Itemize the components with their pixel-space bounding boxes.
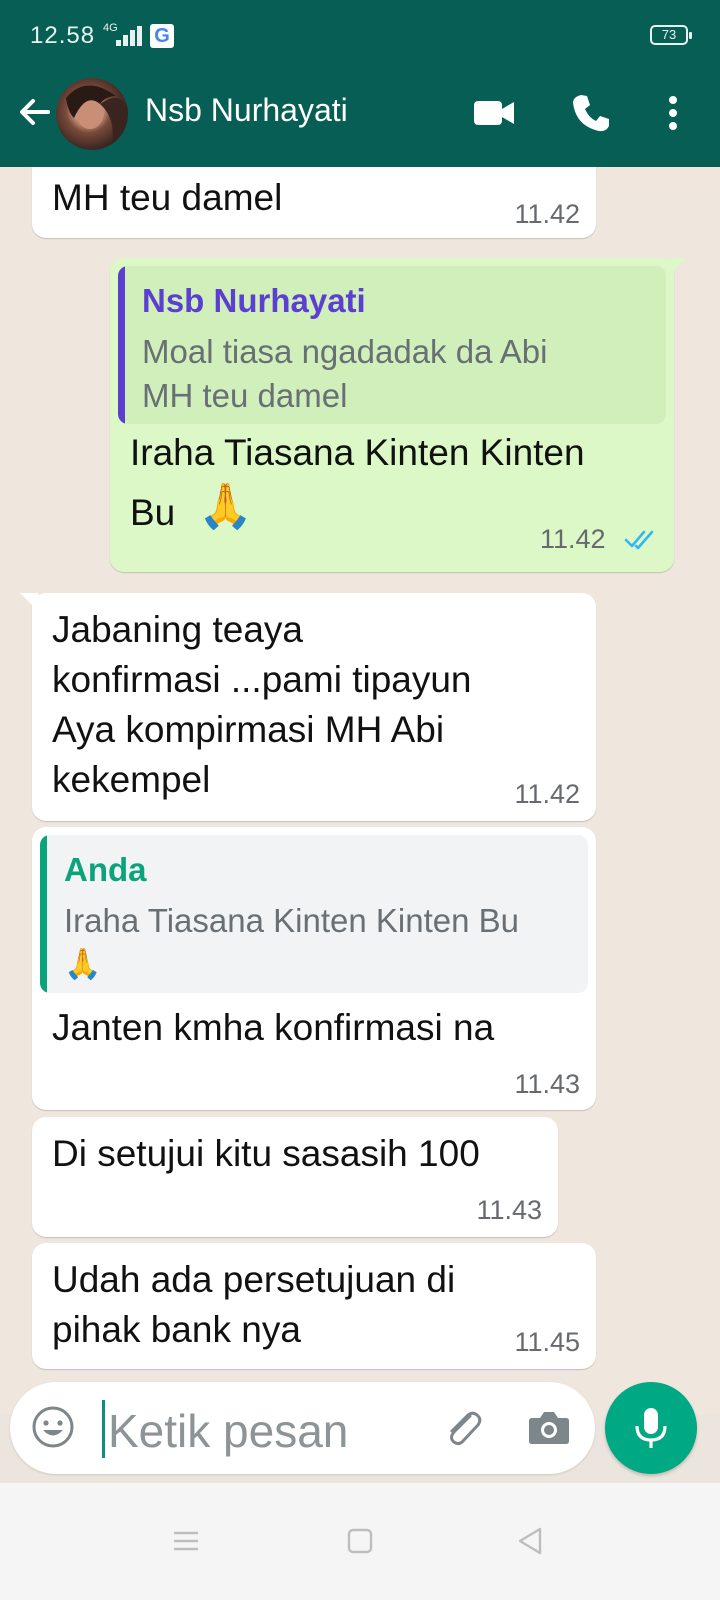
quoted-message[interactable]: Nsb Nurhayati Moal tiasa ngadadak da Abi… bbox=[118, 266, 666, 424]
double-check-icon bbox=[624, 530, 654, 550]
message-incoming[interactable]: MH teu damel 11.42 bbox=[32, 167, 596, 238]
message-text: MH teu damel bbox=[52, 177, 283, 218]
camera-icon[interactable] bbox=[526, 1404, 572, 1450]
message-text: Janten kmha konfirmasi na bbox=[52, 1007, 495, 1048]
message-text-line2: Bu bbox=[130, 492, 176, 533]
message-text-line4: kekempel bbox=[52, 759, 211, 800]
more-vert-icon[interactable] bbox=[650, 90, 696, 136]
mic-button[interactable] bbox=[605, 1382, 697, 1474]
praying-hands-emoji: 🙏 bbox=[64, 948, 102, 981]
battery-indicator: 73 bbox=[650, 25, 692, 45]
message-time: 11.45 bbox=[514, 1327, 580, 1357]
message-outgoing[interactable]: Nsb Nurhayati Moal tiasa ngadadak da Abi… bbox=[110, 258, 686, 572]
quote-author: Anda bbox=[64, 851, 147, 888]
nav-back-icon[interactable] bbox=[510, 1521, 550, 1561]
quoted-message[interactable]: Anda Iraha Tiasana Kinten Kinten Bu 🙏 bbox=[40, 835, 588, 993]
chat-header: Nsb Nurhayati bbox=[0, 72, 720, 167]
emoji-icon[interactable] bbox=[30, 1404, 76, 1450]
contact-name[interactable]: Nsb Nurhayati bbox=[145, 92, 348, 129]
message-time: 11.42 bbox=[514, 199, 580, 229]
contact-avatar[interactable] bbox=[56, 78, 128, 150]
mic-icon bbox=[635, 1408, 667, 1448]
signal-icon bbox=[116, 26, 144, 46]
quote-text-line1: Iraha Tiasana Kinten Kinten Bu bbox=[64, 902, 519, 939]
nav-home-icon[interactable] bbox=[340, 1521, 380, 1561]
app-bar: 12.58 4G G 73 Nsb Nurhayati bbox=[0, 0, 720, 167]
status-bar: 12.58 4G G 73 bbox=[0, 0, 720, 72]
message-incoming[interactable]: Udah ada persetujuan di pihak bank nya 1… bbox=[32, 1243, 596, 1369]
message-incoming[interactable]: Anda Iraha Tiasana Kinten Kinten Bu 🙏 Ja… bbox=[32, 827, 596, 1110]
message-text-line1: Jabaning teaya bbox=[52, 609, 303, 650]
message-composer[interactable]: Ketik pesan bbox=[10, 1382, 595, 1474]
chat-area[interactable]: MH teu damel 11.42 Nsb Nurhayati Moal ti… bbox=[0, 167, 720, 1415]
message-incoming[interactable]: Di setujui kitu sasasih 100 11.43 bbox=[32, 1117, 558, 1237]
quote-author: Nsb Nurhayati bbox=[142, 282, 366, 319]
message-time: 11.43 bbox=[476, 1195, 542, 1225]
attach-icon[interactable] bbox=[440, 1404, 486, 1450]
message-text-line2: pihak bank nya bbox=[52, 1309, 301, 1350]
message-input[interactable]: Ketik pesan bbox=[108, 1404, 348, 1458]
text-cursor bbox=[102, 1400, 105, 1458]
praying-hands-emoji: 🙏 bbox=[198, 482, 253, 531]
message-time: 11.43 bbox=[514, 1069, 580, 1099]
message-text: Di setujui kitu sasasih 100 bbox=[52, 1133, 480, 1174]
message-time: 11.42 bbox=[540, 524, 606, 554]
message-text-line3: Aya kompirmasi MH Abi bbox=[52, 709, 445, 750]
message-text-line1: Udah ada persetujuan di bbox=[52, 1259, 456, 1300]
quote-text-line1: Moal tiasa ngadadak da Abi bbox=[142, 333, 548, 370]
system-nav-bar bbox=[0, 1483, 720, 1600]
message-text-line1: Iraha Tiasana Kinten Kinten bbox=[130, 432, 585, 473]
video-call-icon[interactable] bbox=[472, 90, 518, 136]
quote-text-line2: MH teu damel bbox=[142, 377, 348, 414]
message-incoming[interactable]: Jabaning teaya konfirmasi ...pami tipayu… bbox=[20, 593, 596, 821]
phone-icon[interactable] bbox=[568, 90, 614, 136]
message-text-line2: konfirmasi ...pami tipayun bbox=[52, 659, 472, 700]
back-arrow-icon[interactable] bbox=[14, 92, 54, 132]
google-icon: G bbox=[150, 24, 174, 48]
status-time: 12.58 bbox=[30, 22, 96, 49]
nav-menu-icon[interactable] bbox=[166, 1521, 206, 1561]
message-time: 11.42 bbox=[514, 779, 580, 809]
